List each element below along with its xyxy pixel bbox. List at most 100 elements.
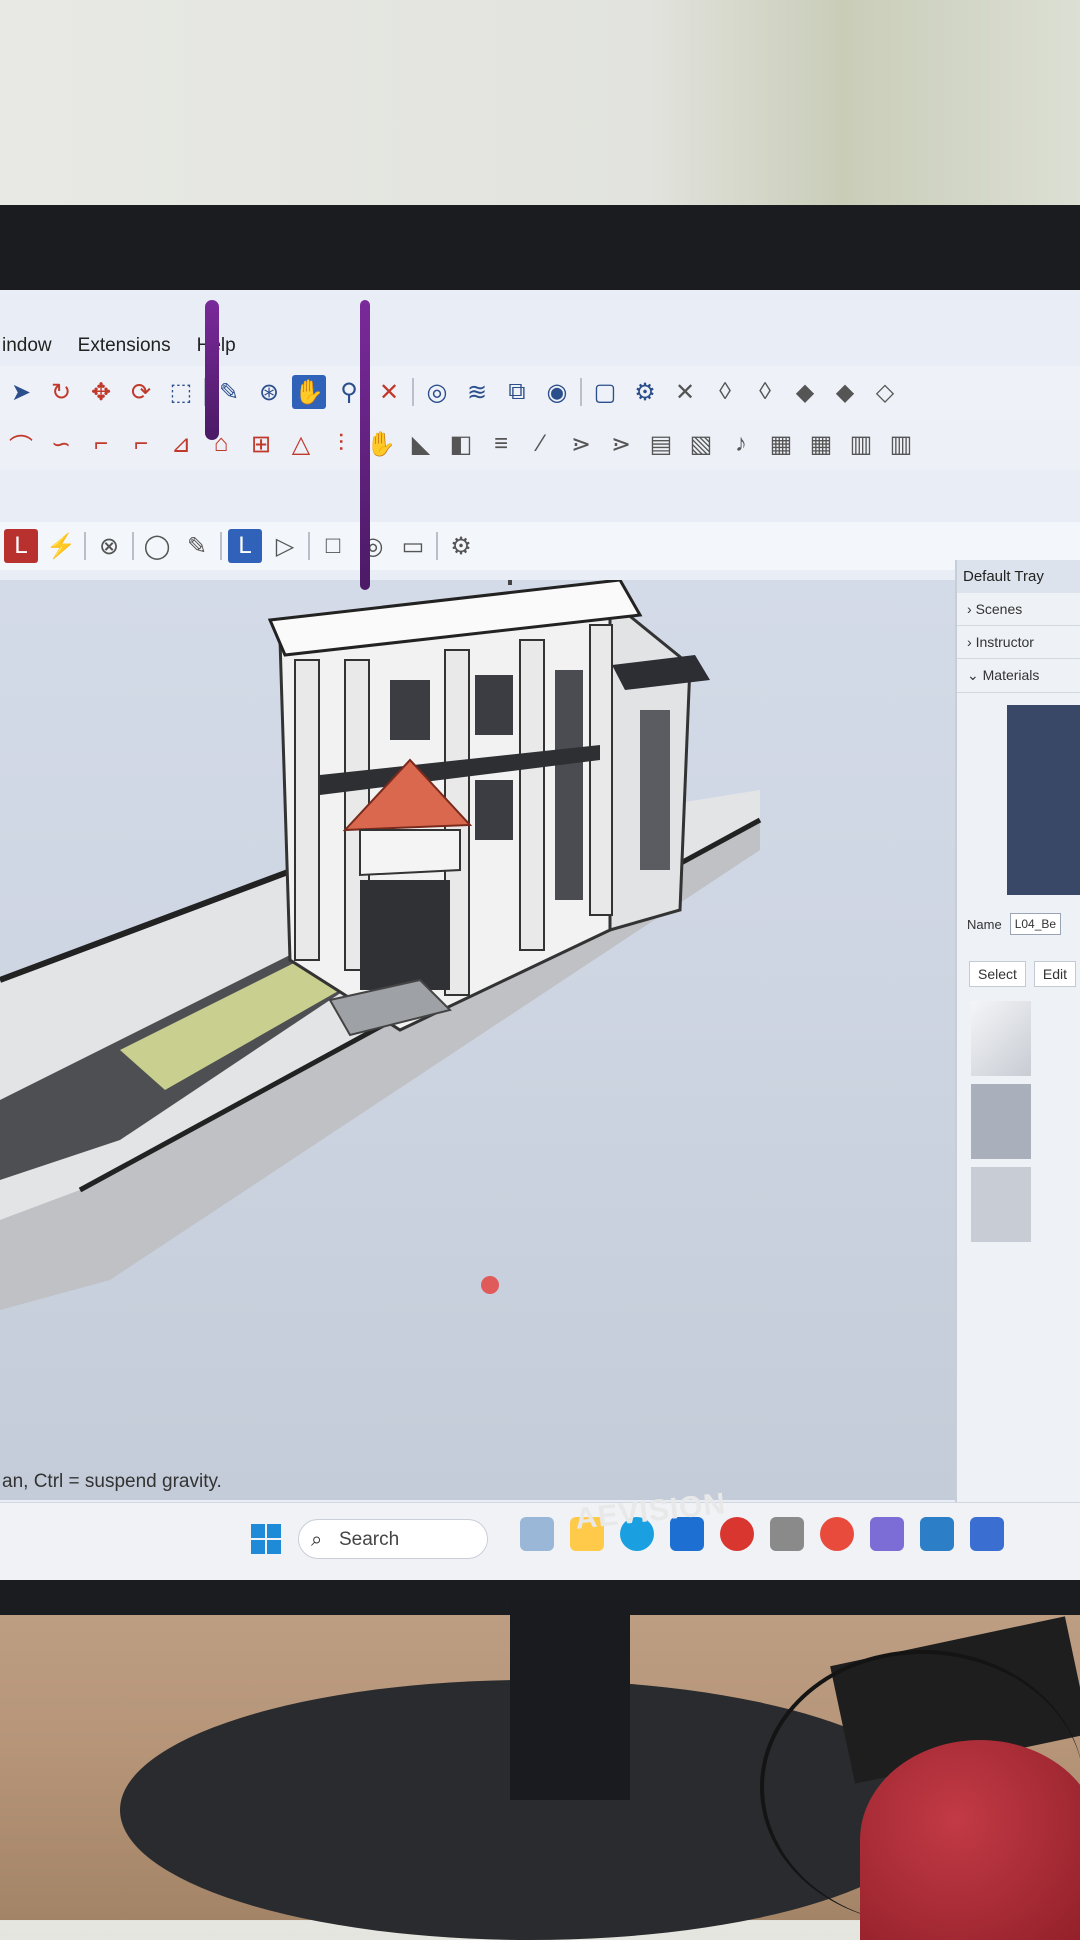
tab-edit[interactable]: Edit xyxy=(1033,961,1077,987)
app-icon-3[interactable] xyxy=(970,1517,1004,1551)
slash-icon[interactable]: ⁄ xyxy=(524,427,558,461)
wps-icon[interactable] xyxy=(720,1517,754,1551)
cursor-motion-streak xyxy=(360,300,370,590)
layers-icon[interactable]: ≋ xyxy=(460,375,494,409)
drop-icon-2[interactable]: ◊ xyxy=(748,375,782,409)
drop-icon[interactable]: ◊ xyxy=(708,375,742,409)
stair-icon[interactable]: ⊿ xyxy=(164,427,198,461)
search-icon: ⌕ xyxy=(311,1529,323,1551)
chrome-icon[interactable] xyxy=(820,1517,854,1551)
sketchup-icon[interactable] xyxy=(920,1517,954,1551)
task-view-icon[interactable] xyxy=(520,1517,554,1551)
window-2 xyxy=(475,675,513,735)
profile-icon[interactable]: ◣ xyxy=(404,427,438,461)
window-tall xyxy=(555,670,583,900)
mouse xyxy=(860,1740,1080,1940)
search-label: Search xyxy=(339,1529,400,1550)
windows-taskbar: ⌕ Search xyxy=(0,1502,1080,1580)
curve-icon[interactable]: ∽ xyxy=(44,427,78,461)
column-4 xyxy=(519,639,545,951)
toolbar-separator xyxy=(132,532,134,560)
window-1 xyxy=(390,680,430,740)
tray-section-instructor[interactable]: › Instructor xyxy=(957,626,1080,659)
line-icon[interactable]: ⌐ xyxy=(84,427,118,461)
menu-extensions[interactable]: Extensions xyxy=(78,328,171,364)
select-arrow-icon[interactable]: ➤ xyxy=(4,375,38,409)
folder-icon[interactable]: ▢ xyxy=(588,375,622,409)
pencil-icon[interactable]: ✎ xyxy=(180,529,214,563)
components-icon[interactable]: ⧉ xyxy=(500,375,534,409)
material-preview-swatch xyxy=(1007,705,1080,895)
branch-icon[interactable]: ⋗ xyxy=(564,427,598,461)
column-5 xyxy=(589,624,613,916)
line-icon-2[interactable]: ⌐ xyxy=(124,427,158,461)
lines-icon[interactable]: ▥ xyxy=(844,427,878,461)
drop-icon-5[interactable]: ◇ xyxy=(868,375,902,409)
toolbar-separator xyxy=(84,532,86,560)
scale-icon[interactable]: ⬚ xyxy=(164,375,198,409)
mirror-icon[interactable]: ◧ xyxy=(444,427,478,461)
rotate-icon[interactable]: ↻ xyxy=(44,375,78,409)
play-icon[interactable]: ▷ xyxy=(268,529,302,563)
orbit-icon[interactable]: ⊛ xyxy=(252,375,286,409)
portico-arch xyxy=(359,829,461,877)
menu-window[interactable]: indow xyxy=(2,328,52,364)
toolbar-separator xyxy=(308,532,310,560)
lightbulb-icon[interactable]: ◯ xyxy=(140,529,174,563)
move-icon[interactable]: ✥ xyxy=(84,375,118,409)
arc-icon[interactable]: ⌒ xyxy=(4,427,38,461)
building-model xyxy=(0,580,762,1310)
settings-icon[interactable]: ⚙ xyxy=(444,529,478,563)
material-thumb[interactable] xyxy=(971,1084,1031,1159)
branch-icon-2[interactable]: ⋗ xyxy=(604,427,638,461)
building-icon[interactable]: ▤ xyxy=(644,427,678,461)
layout-blue-icon[interactable]: L xyxy=(228,529,262,563)
stop-icon[interactable]: □ xyxy=(316,529,350,563)
pan-icon[interactable]: ✋ xyxy=(292,375,326,409)
material-thumb[interactable] xyxy=(971,1167,1031,1242)
status-bar-text: an, Ctrl = suspend gravity. xyxy=(2,1471,222,1492)
gear-icon[interactable]: ⚙ xyxy=(628,375,662,409)
cursor-motion-streak xyxy=(205,300,219,440)
layout-red-icon[interactable]: L xyxy=(4,529,38,563)
entrance xyxy=(360,880,450,990)
material-grid xyxy=(971,1001,1080,1242)
material-name-label: Name xyxy=(967,916,1002,932)
refresh-icon[interactable]: ⟳ xyxy=(124,375,158,409)
drop-icon-4[interactable]: ◆ xyxy=(828,375,862,409)
monitor-screen: indow Extensions Help ➤ ↻ ✥ ⟳ ⬚ ✎ ⊛ ✋ ⚲ … xyxy=(0,290,1080,1580)
cancel-circle-icon[interactable]: ⊗ xyxy=(92,529,126,563)
windows-start-icon[interactable] xyxy=(250,1523,282,1555)
close-icon[interactable]: ✕ xyxy=(668,375,702,409)
window-icon[interactable]: ⊞ xyxy=(244,427,278,461)
railing-icon[interactable]: ⫶ xyxy=(324,427,358,461)
lightning-icon[interactable]: ⚡ xyxy=(44,529,78,563)
app-icon-2[interactable] xyxy=(870,1517,904,1551)
menu-bar: indow Extensions Help xyxy=(0,328,1080,364)
tray-title: Default Tray xyxy=(957,560,1080,593)
toolbar-separator xyxy=(412,378,414,406)
hatch-icon[interactable]: ▧ xyxy=(684,427,718,461)
zoom-extents-icon[interactable]: ✕ xyxy=(372,375,406,409)
camera-icon[interactable]: ▭ xyxy=(396,529,430,563)
secondary-toolbar: L ⚡ ⊗ ◯ ✎ L ▷ □ ◎ ▭ ⚙ xyxy=(0,522,1080,570)
tray-section-scenes[interactable]: › Scenes xyxy=(957,593,1080,626)
note-icon[interactable]: ♪ xyxy=(724,427,758,461)
tab-select[interactable]: Select xyxy=(969,961,1026,987)
lines-icon-2[interactable]: ▥ xyxy=(884,427,918,461)
wall-icon[interactable]: △ xyxy=(284,427,318,461)
grid-icon-2[interactable]: ▦ xyxy=(804,427,838,461)
taskbar-search[interactable]: ⌕ Search xyxy=(298,1519,488,1559)
material-name-field[interactable]: L04_Be xyxy=(1009,913,1062,935)
default-tray: Default Tray › Scenes › Instructor ⌄ Mat… xyxy=(955,560,1080,1560)
app-icon[interactable] xyxy=(770,1517,804,1551)
grid-icon[interactable]: ▦ xyxy=(764,427,798,461)
geo-icon[interactable]: ◉ xyxy=(540,375,574,409)
3d-viewport[interactable] xyxy=(0,580,955,1500)
window-3 xyxy=(475,780,513,840)
drop-icon-3[interactable]: ◆ xyxy=(788,375,822,409)
array-icon[interactable]: ≡ xyxy=(484,427,518,461)
material-thumb-cube[interactable] xyxy=(971,1001,1031,1076)
section-plane-icon[interactable]: ◎ xyxy=(420,375,454,409)
tray-section-materials[interactable]: ⌄ Materials xyxy=(957,659,1080,693)
